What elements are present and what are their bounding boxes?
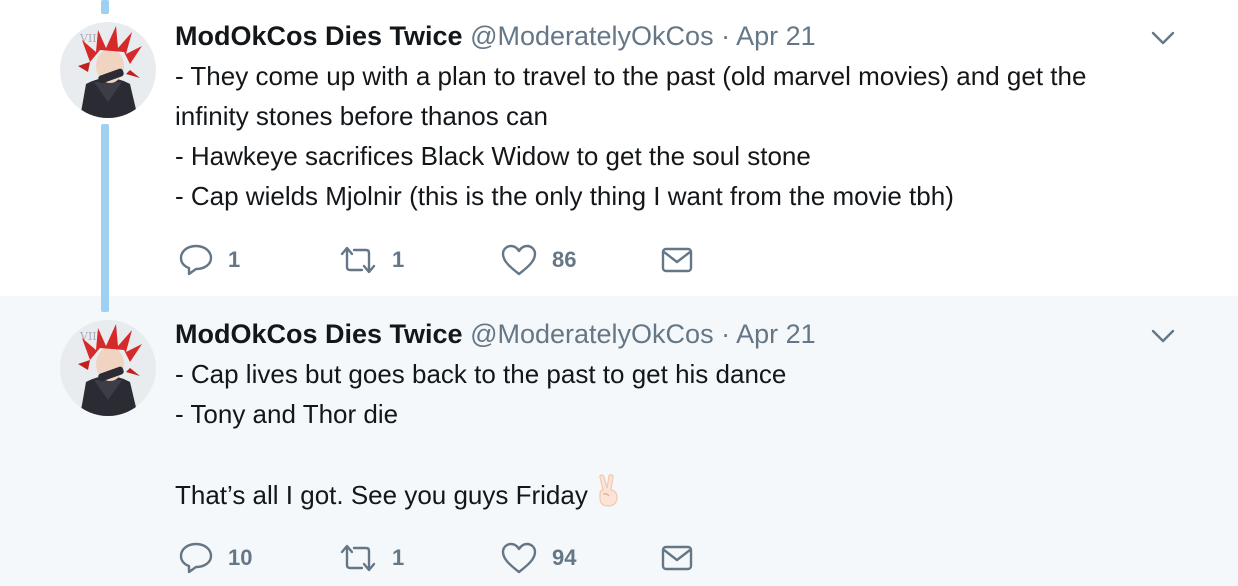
display-name[interactable]: ModOkCos Dies Twice bbox=[175, 319, 463, 349]
thread-connector-line bbox=[101, 124, 109, 312]
thread-connector-line bbox=[101, 0, 109, 14]
tweet-text-line: - Tony and Thor die bbox=[175, 399, 399, 429]
user-handle[interactable]: @ModeratelyOkCos bbox=[470, 21, 714, 51]
like-icon bbox=[501, 244, 537, 276]
avatar[interactable]: VIII bbox=[60, 320, 156, 416]
display-name[interactable]: ModOkCos Dies Twice bbox=[175, 21, 463, 51]
tweet-text: - They come up with a plan to travel to … bbox=[175, 56, 1195, 216]
reply-count: 1 bbox=[228, 247, 241, 272]
direct-message-icon bbox=[661, 545, 693, 571]
direct-message-button[interactable] bbox=[660, 541, 694, 575]
victory-hand-emoji bbox=[594, 474, 624, 519]
reply-button[interactable]: 1 bbox=[178, 243, 240, 277]
separator-dot: · bbox=[721, 21, 731, 51]
tweet-text-line: - Cap wields Mjolnir (this is the only t… bbox=[175, 181, 954, 211]
retweet-icon bbox=[340, 544, 376, 572]
reply-button[interactable]: 10 bbox=[178, 541, 252, 575]
reply-count: 10 bbox=[228, 545, 253, 570]
reply-icon bbox=[179, 244, 213, 276]
reply-icon bbox=[179, 542, 213, 574]
tweet-text: - Cap lives but goes back to the past to… bbox=[175, 354, 1195, 519]
chevron-down-icon[interactable] bbox=[1150, 28, 1176, 48]
retweet-button[interactable]: 1 bbox=[338, 541, 404, 575]
tweet-text-line: That’s all I got. See you guys Friday bbox=[175, 474, 1195, 519]
avatar[interactable]: VIII bbox=[60, 22, 156, 118]
tweet-date[interactable]: Apr 21 bbox=[736, 319, 816, 349]
tweet-date[interactable]: Apr 21 bbox=[736, 21, 816, 51]
direct-message-icon bbox=[661, 247, 693, 273]
like-count: 94 bbox=[552, 545, 577, 570]
tweet-text-line: infinity stones before thanos can bbox=[175, 101, 548, 131]
retweet-count: 1 bbox=[392, 247, 405, 272]
like-button[interactable]: 86 bbox=[500, 243, 576, 277]
tweet-text-line: - They come up with a plan to travel to … bbox=[175, 61, 1087, 91]
tweet-text-line: - Cap lives but goes back to the past to… bbox=[175, 359, 787, 389]
chevron-down-icon[interactable] bbox=[1150, 326, 1176, 346]
like-icon bbox=[501, 542, 537, 574]
tweet-text-line: - Hawkeye sacrifices Black Widow to get … bbox=[175, 141, 811, 171]
like-button[interactable]: 94 bbox=[500, 541, 576, 575]
direct-message-button[interactable] bbox=[660, 243, 694, 277]
tweet-header: ModOkCos Dies Twice @ModeratelyOkCos · A… bbox=[175, 19, 816, 53]
tweet[interactable]: VIII ModOkCos Dies Twice @ModeratelyOkCo… bbox=[0, 0, 1238, 296]
like-count: 86 bbox=[552, 247, 577, 272]
retweet-count: 1 bbox=[392, 545, 405, 570]
retweet-button[interactable]: 1 bbox=[338, 243, 404, 277]
user-handle[interactable]: @ModeratelyOkCos bbox=[470, 319, 714, 349]
tweet-text-content: That’s all I got. See you guys Friday bbox=[175, 480, 588, 510]
retweet-icon bbox=[340, 246, 376, 274]
tweet[interactable]: VIII ModOkCos Dies Twice @ModeratelyOkCo… bbox=[0, 296, 1238, 586]
separator-dot: · bbox=[721, 319, 731, 349]
tweet-header: ModOkCos Dies Twice @ModeratelyOkCos · A… bbox=[175, 317, 816, 351]
